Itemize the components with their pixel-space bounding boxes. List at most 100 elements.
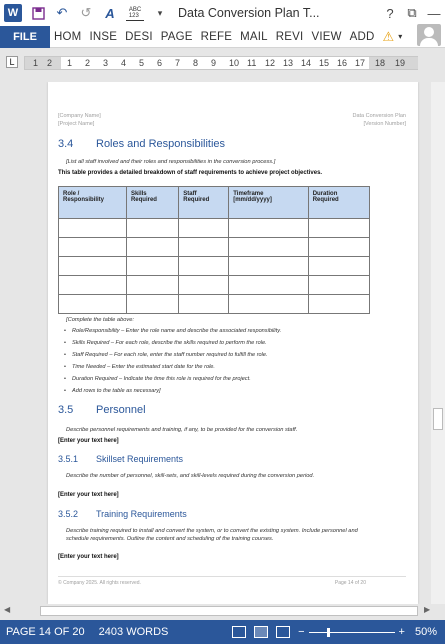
table-header-cell: Skills Required [125,186,180,219]
header-version: [Version Number] [363,121,407,127]
ruler-number: 11 [247,58,257,68]
minimize-button[interactable]: — [423,0,445,26]
table-row[interactable] [58,294,371,314]
placeholder-text[interactable]: [Enter your text here] [58,554,119,560]
ruler-number: 2 [85,58,91,68]
ruler-number: 1 [33,58,39,68]
header-project: [Project Name] [58,121,95,127]
ruler-number: 8 [193,58,199,68]
save-icon[interactable] [30,5,46,21]
table-header-cell: Duration Required [307,186,371,219]
footer-copyright: © Company 2025. All rights reserved. [58,580,141,586]
zoom-in-button[interactable]: + [399,626,405,638]
placeholder-text[interactable]: [Enter your text here] [58,492,119,498]
read-mode-icon[interactable] [232,626,247,638]
ribbon-tabs: FILE HOM INSE DESI PAGE REFE MAIL REVI V… [0,25,445,48]
document-page[interactable]: [Company Name] [Project Name] Data Conve… [48,82,418,604]
tab-review[interactable]: REVI [272,31,308,43]
tab-page-layout[interactable]: PAGE [157,31,197,43]
zoom-slider[interactable] [308,627,395,637]
tab-mailings[interactable]: MAIL [236,31,272,43]
format-painter-icon[interactable]: A [102,5,118,21]
customize-toolbar-icon[interactable]: ▾ [152,5,168,21]
user-avatar[interactable] [417,24,441,46]
ruler-number: 12 [265,58,276,68]
word-logo-icon: W [4,4,22,22]
horizontal-scroll-thumb[interactable] [40,606,418,616]
horizontal-ruler[interactable]: 1 2 1 2 3 4 5 6 7 8 9 10 11 12 13 14 15 … [24,56,418,70]
word-count[interactable]: 2403 WORDS [99,626,169,638]
heading-3-5-1: 3.5.1 Skillset Requirements [58,454,183,464]
header-left: [Company Name] [Project Name] [58,112,101,128]
help-button[interactable]: ? [379,0,401,26]
quick-access-toolbar: W ↶ ↺ A ABC 123 ▾ [0,0,168,26]
warning-icon[interactable]: ⚠ [383,29,395,45]
placeholder-text[interactable]: [Enter your text here] [58,438,119,444]
header-doc-title: Data Conversion Plan [352,113,406,119]
ruler-number: 1 [67,58,73,68]
table-header-cell: Timeframe [mm/dd/yyyy] [228,186,309,219]
tab-file[interactable]: FILE [0,25,50,48]
ruler-number: 18 [375,58,386,68]
zoom-out-button[interactable]: − [298,626,304,638]
training-description: Describe training required to install an… [66,528,358,542]
table-header-cell: Role / Responsibility [58,186,127,219]
list-item: Time Needed – Enter the estimated start … [64,364,215,370]
table-header-cell: Staff Required [178,186,230,219]
tab-selector[interactable]: L [6,56,18,68]
ruler-number: 16 [337,58,348,68]
ruler-number: 2 [47,58,53,68]
tab-add-ins[interactable]: ADD [346,31,379,43]
page-count[interactable]: PAGE 14 OF 20 [6,626,85,638]
footer-page-number: Page 14 of 20 [334,580,366,586]
zoom-level[interactable]: 50% [415,626,437,638]
ruler-number: 10 [229,58,240,68]
redo-icon[interactable]: ↺ [78,5,94,21]
heading-number: 3.5.2 [58,509,79,519]
roles-table[interactable]: Role / Responsibility Skills Required St… [58,186,371,314]
tab-insert[interactable]: INSE [85,31,121,43]
table-row[interactable] [58,237,371,257]
instruction-text: [List all staff involved and their roles… [66,159,276,165]
spelling-icon[interactable]: ABC 123 [126,5,144,21]
list-item: Staff Required – For each role, enter th… [64,352,268,358]
header-right: Data Conversion Plan [Version Number] [352,112,406,128]
list-item: Add rows to the table as necessary] [64,388,161,394]
document-title: Data Conversion Plan T... [178,6,320,20]
vertical-scroll-thumb[interactable] [433,408,443,430]
ruler-margin-left [25,57,61,69]
zoom-slider-knob[interactable] [326,627,330,637]
tab-view[interactable]: VIEW [307,31,345,43]
personnel-description: Describe personnel requirements and trai… [66,427,298,433]
web-layout-icon[interactable] [276,626,291,638]
ribbon-display-options-button[interactable]: ⧉ [401,0,423,26]
ruler-number: 5 [139,58,145,68]
table-row[interactable] [58,218,371,238]
table-row[interactable] [58,275,371,295]
scroll-right-icon[interactable]: ▶ [424,605,430,614]
ruler-number: 13 [283,58,294,68]
tab-references[interactable]: REFE [197,31,236,43]
heading-number: 3.5 [58,404,74,416]
heading-number: 3.4 [58,138,74,150]
list-item: Duration Required – Indicate the time th… [64,376,251,382]
table-header-row: Role / Responsibility Skills Required St… [58,186,371,219]
tab-design[interactable]: DESI [121,31,157,43]
ruler-area: L 1 2 1 2 3 4 5 6 7 8 9 10 11 12 13 14 1… [0,48,445,82]
undo-icon[interactable]: ↶ [54,5,70,21]
intro-text: This table provides a detailed breakdown… [58,170,323,176]
vertical-scrollbar[interactable] [431,82,445,604]
print-layout-icon[interactable] [254,626,269,638]
skillset-description: Describe the number of personnel, skill-… [66,473,315,479]
account-dropdown-icon[interactable]: ▾ [394,32,406,41]
heading-3-5-2: 3.5.2 Training Requirements [58,509,187,519]
status-bar: PAGE 14 OF 20 2403 WORDS − + 50% [0,620,445,644]
tab-home[interactable]: HOM [50,31,85,43]
heading-number: 3.5.1 [58,454,79,464]
heading-text: Roles and Responsibilities [96,138,226,150]
table-row[interactable] [58,256,371,276]
header-company: [Company Name] [58,113,101,119]
scroll-left-icon[interactable]: ◀ [4,605,10,614]
heading-text: Skillset Requirements [96,454,184,464]
horizontal-scrollbar[interactable]: ◀ ▶ [0,604,445,618]
